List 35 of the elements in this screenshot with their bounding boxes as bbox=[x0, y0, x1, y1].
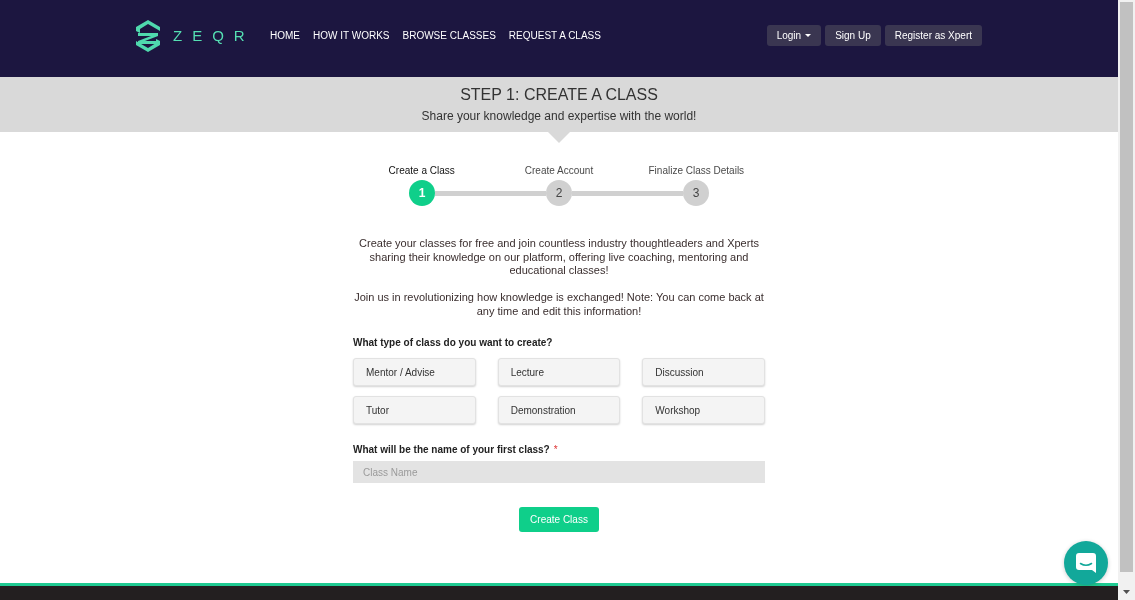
logo-wordmark[interactable]: ZEQR bbox=[173, 26, 255, 45]
logo-icon[interactable] bbox=[136, 19, 160, 52]
class-type-option[interactable]: Tutor bbox=[353, 396, 476, 424]
chat-icon bbox=[1076, 553, 1096, 573]
step-label: Create Account bbox=[524, 165, 594, 177]
scrollbar-thumb[interactable] bbox=[1120, 2, 1133, 572]
step-number: 3 bbox=[683, 180, 709, 206]
nav-link[interactable]: HOME bbox=[270, 29, 300, 42]
nav-link[interactable]: HOW IT WORKS bbox=[313, 29, 390, 42]
step-number: 1 bbox=[409, 180, 435, 206]
nav-link[interactable]: BROWSE CLASSES bbox=[402, 29, 496, 42]
class-type-option[interactable]: Mentor / Advise bbox=[353, 358, 476, 386]
scrollbar[interactable] bbox=[1118, 0, 1135, 600]
header-button[interactable]: Sign Up bbox=[825, 25, 881, 46]
class-type-option[interactable]: Workshop bbox=[642, 396, 765, 424]
required-mark: * bbox=[553, 444, 558, 456]
intro-paragraph: Join us in revolutionizing how knowledge is exchanged! Note: You can come back at any time and edit this information! bbox=[353, 291, 765, 318]
class-name-field[interactable]: Class Name bbox=[353, 461, 765, 483]
caret-icon bbox=[805, 34, 812, 37]
banner-subtitle: Share your knowledge and expertise with the world! bbox=[421, 108, 697, 124]
nav-link[interactable]: REQUEST A CLASS bbox=[508, 29, 601, 42]
class-type-option[interactable]: Demonstration bbox=[497, 396, 621, 424]
scroll-down-icon[interactable] bbox=[1123, 590, 1130, 594]
banner-title: STEP 1: CREATE A CLASS bbox=[460, 85, 658, 105]
chat-button[interactable] bbox=[1064, 541, 1108, 585]
question-label: What type of class do you want to create? bbox=[353, 337, 553, 349]
class-type-option[interactable]: Lecture bbox=[497, 358, 621, 386]
class-type-option[interactable]: Discussion bbox=[642, 358, 765, 386]
login-dropdown-button[interactable]: Login bbox=[766, 25, 822, 46]
step-number: 2 bbox=[546, 180, 572, 206]
header-button[interactable]: Register as Xpert bbox=[884, 25, 982, 46]
intro-paragraph: Create your classes for free and join countless industry thoughtleaders and Xperts sharing their knowledge on our platform, offering live coaching, mentoring and educational classes! bbox=[358, 237, 760, 278]
step-label: Create a Class bbox=[388, 165, 455, 177]
step-label: Finalize Class Details bbox=[648, 165, 745, 177]
question-label: What will be the name of your first class? bbox=[353, 444, 550, 456]
